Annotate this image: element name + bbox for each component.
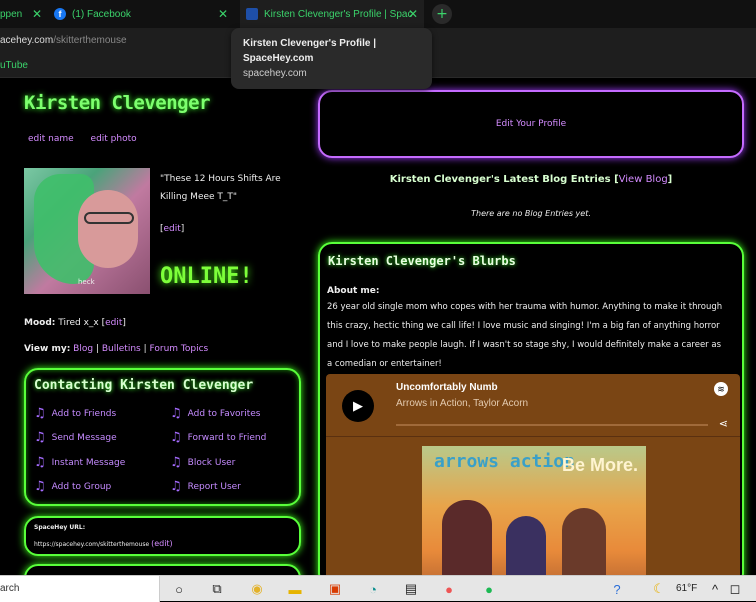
profile-name: Kirsten Clevenger xyxy=(24,92,210,114)
edge-icon[interactable]: ◔ xyxy=(364,580,382,598)
add-to-group-link[interactable]: ♫ Add to Group xyxy=(34,479,111,494)
progress-bar[interactable] xyxy=(396,424,708,426)
spacehey-url-value: https://spacehey.com/skitterthemouse (ed… xyxy=(34,539,173,548)
mood-edit-link[interactable]: edit xyxy=(105,318,122,328)
view-my: View my: Blog | Bulletins | Forum Topics xyxy=(24,344,209,354)
music-note-icon: ♫ xyxy=(34,455,46,470)
bookmark-youtube[interactable]: uTube xyxy=(0,60,28,71)
close-icon[interactable]: ✕ xyxy=(218,7,228,21)
music-note-icon: ♫ xyxy=(170,406,182,421)
music-note-icon: ♫ xyxy=(170,455,182,470)
tab-spacehey[interactable]: Kirsten Clevenger's Profile | Spac ✕ xyxy=(240,0,424,28)
status-edit-link[interactable]: edit xyxy=(164,224,181,234)
cortana-icon[interactable]: ○ xyxy=(170,580,188,598)
album-art: arrows action Be More. xyxy=(422,446,646,575)
tab-partial[interactable]: ppen ✕ xyxy=(0,0,48,28)
album-art-title: Be More. xyxy=(562,455,639,475)
temperature: 61°F xyxy=(676,583,698,594)
about-me-label: About me: xyxy=(327,286,380,296)
new-tab-button[interactable]: + xyxy=(432,4,452,24)
share-icon[interactable]: ⋖ xyxy=(719,417,728,430)
music-note-icon: ♫ xyxy=(170,430,182,445)
tooltip-title: Kirsten Clevenger's Profile | SpaceHey.c… xyxy=(243,38,376,64)
contact-box: Contacting Kirsten Clevenger ♫ Add to Fri… xyxy=(24,368,301,506)
weather-icon: ☾ xyxy=(653,581,665,596)
browser-tab-strip: ppen ✕ f (1) Facebook ✕ Kirsten Clevenge… xyxy=(0,0,756,28)
spacehey-icon xyxy=(246,8,258,20)
about-me-text: 26 year old single mom who copes with he… xyxy=(327,302,723,369)
url-edit-link[interactable]: (edit) xyxy=(151,539,173,548)
tab-label: ppen xyxy=(0,8,23,20)
forward-to-friend-link[interactable]: ♫ Forward to Friend xyxy=(170,430,266,445)
add-to-favorites-link[interactable]: ♫ Add to Favorites xyxy=(170,406,261,421)
spacehey-url-box: SpaceHey URL: https://spacehey.com/skitt… xyxy=(24,516,301,556)
close-icon[interactable]: ✕ xyxy=(32,7,42,21)
song-title[interactable]: Uncomfortably Numb xyxy=(396,382,498,393)
music-note-icon: ♫ xyxy=(34,430,46,445)
music-note-icon: ♫ xyxy=(170,479,182,494)
view-bulletins-link[interactable]: Bulletins xyxy=(102,344,141,354)
office-icon[interactable]: ▣ xyxy=(326,580,344,598)
spotify-taskbar-icon[interactable]: ● xyxy=(480,580,498,598)
tab-tooltip: Kirsten Clevenger's Profile | SpaceHey.c… xyxy=(231,28,432,89)
block-user-link[interactable]: ♫ Block User xyxy=(170,455,235,470)
windows-taskbar: arch ○ ⧉ ◉ ▬ ▣ ◔ ▤ ● ● ? ☾ 61°F ^ ◻ xyxy=(0,575,756,602)
status-message: "These 12 Hours Shifts Are Killing Meee … xyxy=(160,174,281,202)
edit-profile-link[interactable]: Edit Your Profile xyxy=(320,119,742,129)
tab-label: Kirsten Clevenger's Profile | Spac xyxy=(264,8,413,20)
chevron-up-icon[interactable]: ^ xyxy=(706,580,724,598)
edit-photo-link[interactable]: edit photo xyxy=(91,134,137,144)
close-icon[interactable]: ✕ xyxy=(408,7,418,21)
edit-name-link[interactable]: edit name xyxy=(28,134,74,144)
file-explorer-icon[interactable]: ▬ xyxy=(286,580,304,598)
blurbs-title: Kirsten Clevenger's Blurbs xyxy=(328,254,516,268)
view-blog-link[interactable]: View Blog xyxy=(619,174,668,185)
taskbar-search[interactable]: arch xyxy=(0,576,160,602)
spotify-icon[interactable]: ≋ xyxy=(714,382,728,396)
song-artist[interactable]: Arrows in Action, Taylor Acorn xyxy=(396,398,528,409)
next-section-box xyxy=(24,564,301,575)
view-blog-link[interactable]: Blog xyxy=(73,344,93,354)
chrome-icon[interactable]: ◉ xyxy=(248,580,266,598)
tooltip-url: spacehey.com xyxy=(243,68,307,79)
network-icon[interactable]: ◻ xyxy=(726,580,744,598)
status-edit: [edit] xyxy=(160,224,185,234)
music-note-icon: ♫ xyxy=(34,479,46,494)
help-icon[interactable]: ? xyxy=(608,580,626,598)
avatar[interactable]: heck xyxy=(24,168,150,294)
music-note-icon: ♫ xyxy=(34,406,46,421)
profile-page: Kirsten Clevenger edit name edit photo h… xyxy=(0,78,756,575)
maps-icon[interactable]: ● xyxy=(440,580,458,598)
url-text[interactable]: acehey.com/skitterthemouse xyxy=(0,35,127,46)
mood: Mood: Tired x_x [edit] xyxy=(24,318,126,328)
online-status: ONLINE! xyxy=(160,264,253,289)
blurbs-box: Kirsten Clevenger's Blurbs About me: 26 … xyxy=(318,242,744,575)
tab-label: (1) Facebook xyxy=(72,8,131,20)
store-icon[interactable]: ▤ xyxy=(402,580,420,598)
send-message-link[interactable]: ♫ Send Message xyxy=(34,430,117,445)
edit-profile-box: Edit Your Profile xyxy=(318,90,744,158)
facebook-icon: f xyxy=(54,8,66,20)
instant-message-link[interactable]: ♫ Instant Message xyxy=(34,455,125,470)
spacehey-url-label: SpaceHey URL: xyxy=(34,524,86,531)
album-art-text: arrows action xyxy=(434,451,575,472)
avatar-tag: heck xyxy=(78,278,95,286)
contact-title: Contacting Kirsten Clevenger xyxy=(34,378,254,393)
tab-facebook[interactable]: f (1) Facebook ✕ xyxy=(54,0,234,28)
spotify-embed: ▶ Uncomfortably Numb Arrows in Action, T… xyxy=(326,374,740,575)
task-view-icon[interactable]: ⧉ xyxy=(208,580,226,598)
add-to-friends-link[interactable]: ♫ Add to Friends xyxy=(34,406,116,421)
blog-heading: Kirsten Clevenger's Latest Blog Entries … xyxy=(389,174,673,185)
view-forum-topics-link[interactable]: Forum Topics xyxy=(150,344,209,354)
edit-links: edit name edit photo xyxy=(28,134,151,144)
report-user-link[interactable]: ♫ Report User xyxy=(170,479,241,494)
no-blog-message: There are no Blog Entries yet. xyxy=(471,209,591,218)
play-icon[interactable]: ▶ xyxy=(342,390,374,422)
